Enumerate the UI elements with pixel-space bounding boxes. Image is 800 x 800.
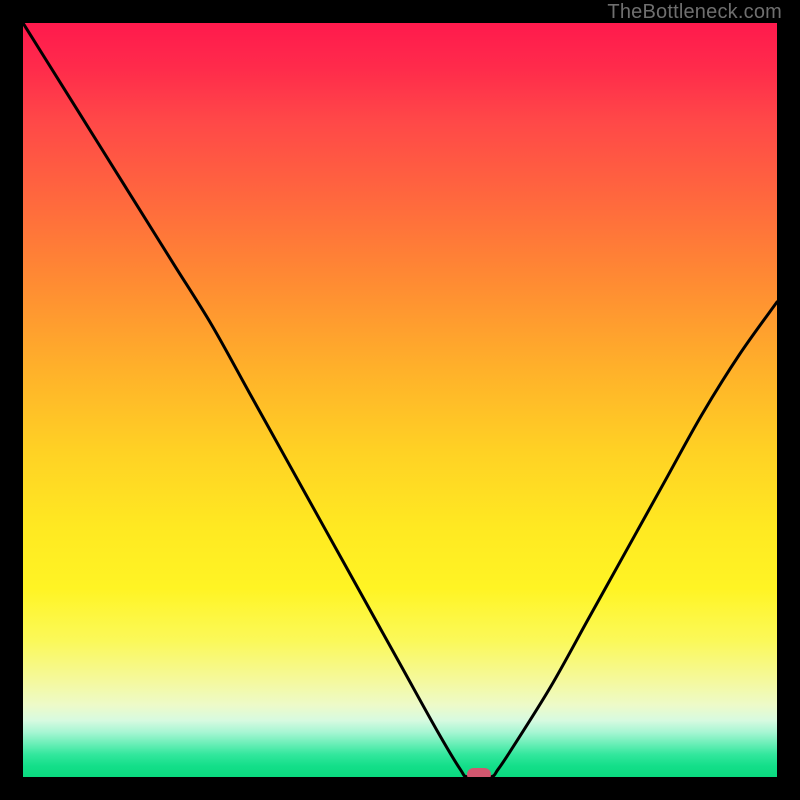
optimal-marker bbox=[467, 768, 491, 777]
chart-frame: TheBottleneck.com bbox=[0, 0, 800, 800]
plot-area bbox=[23, 23, 777, 777]
watermark-text: TheBottleneck.com bbox=[607, 1, 782, 24]
bottleneck-curve bbox=[23, 23, 777, 777]
